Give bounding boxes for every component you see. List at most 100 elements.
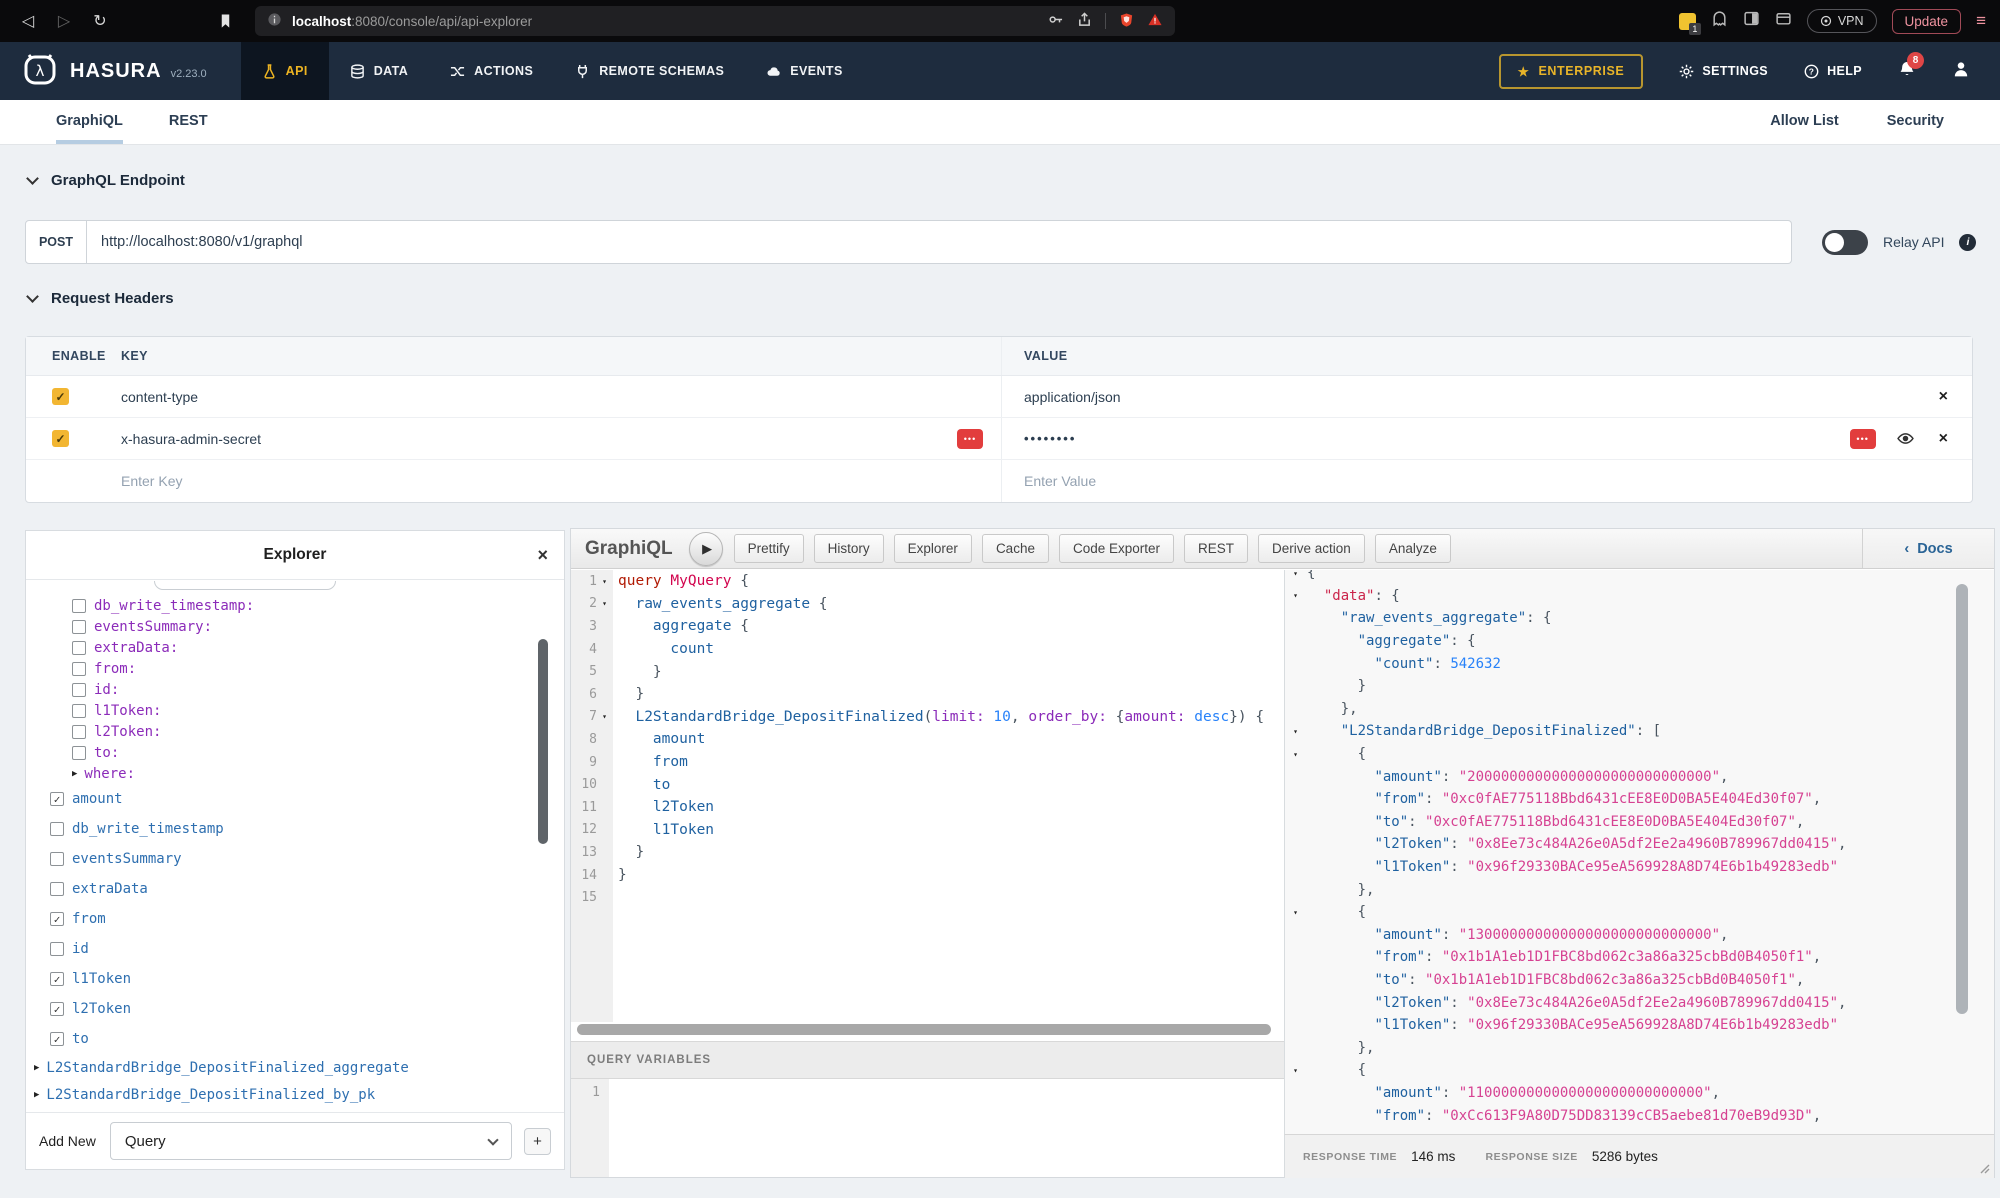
warning-triangle-icon[interactable]: [1147, 12, 1163, 30]
fold-arrow-icon[interactable]: ▾: [597, 577, 612, 586]
fold-arrow-icon[interactable]: ▾: [1288, 591, 1303, 600]
header-value[interactable]: application/json: [1024, 389, 1121, 405]
field-checkbox[interactable]: [72, 620, 86, 634]
enable-checkbox[interactable]: ✓: [52, 430, 69, 447]
expand-arrow-icon[interactable]: ▶: [34, 1063, 39, 1073]
field-checkbox[interactable]: ✓: [50, 1002, 64, 1016]
field-checkbox[interactable]: [72, 683, 86, 697]
info-icon[interactable]: i: [1959, 234, 1976, 251]
enable-checkbox[interactable]: ✓: [52, 388, 69, 405]
hasura-logo[interactable]: λ: [20, 49, 60, 94]
execute-query-button[interactable]: ▶: [689, 532, 723, 566]
field-checkbox[interactable]: [72, 662, 86, 676]
toolbar-button-derive-action[interactable]: Derive action: [1258, 534, 1365, 563]
reveal-value-icon[interactable]: [1896, 430, 1915, 447]
header-key[interactable]: content-type: [121, 389, 198, 405]
link-security[interactable]: Security: [1887, 113, 1944, 144]
remove-header-icon[interactable]: ×: [1939, 430, 1948, 448]
field-checkbox[interactable]: [50, 852, 64, 866]
fold-arrow-icon[interactable]: ▾: [1288, 908, 1303, 917]
sidebar-extension-icon[interactable]: [1743, 10, 1760, 32]
explorer-item-to[interactable]: ✓to: [26, 1024, 564, 1054]
toolbar-button-code-exporter[interactable]: Code Exporter: [1059, 534, 1174, 563]
field-checkbox[interactable]: [72, 599, 86, 613]
bookmark-icon[interactable]: [218, 13, 233, 29]
value-input-placeholder[interactable]: Enter Value: [1024, 473, 1096, 489]
header-value-masked[interactable]: ••••••••: [1024, 431, 1076, 446]
field-checkbox[interactable]: [50, 942, 64, 956]
fold-arrow-icon[interactable]: ▾: [1288, 570, 1303, 578]
explorer-item-from[interactable]: from:: [26, 658, 564, 679]
expand-arrow-icon[interactable]: ▶: [72, 769, 77, 779]
query-variables-header[interactable]: QUERY VARIABLES: [571, 1041, 1284, 1079]
fold-arrow-icon[interactable]: ▾: [597, 712, 612, 721]
explorer-item-db-write-timestamp[interactable]: db_write_timestamp: [26, 814, 564, 844]
explorer-item-from[interactable]: ✓from: [26, 904, 564, 934]
explorer-item-extradata[interactable]: extraData: [26, 874, 564, 904]
nav-tab-actions[interactable]: ACTIONS: [429, 42, 554, 100]
key-icon[interactable]: [1047, 12, 1064, 30]
query-variables-editor[interactable]: 1: [571, 1079, 1284, 1177]
password-manager-icon[interactable]: •••: [1850, 429, 1876, 449]
relay-api-toggle[interactable]: [1822, 230, 1868, 255]
toolbar-button-prettify[interactable]: Prettify: [734, 534, 804, 563]
field-checkbox[interactable]: ✓: [50, 1032, 64, 1046]
reload-icon[interactable]: ↻: [86, 11, 114, 31]
explorer-item-amount[interactable]: ✓amount: [26, 784, 564, 814]
close-icon[interactable]: ×: [537, 545, 548, 566]
explorer-item-l1token[interactable]: l1Token:: [26, 700, 564, 721]
link-allow-list[interactable]: Allow List: [1770, 113, 1838, 144]
explorer-item-l1token[interactable]: ✓l1Token: [26, 964, 564, 994]
field-checkbox[interactable]: [72, 641, 86, 655]
field-checkbox[interactable]: ✓: [50, 912, 64, 926]
field-checkbox[interactable]: [50, 882, 64, 896]
resize-handle-icon[interactable]: [1978, 1162, 1990, 1174]
share-icon[interactable]: [1077, 12, 1092, 30]
explorer-item-l2standardbridge-depositfinalized-aggregate[interactable]: ▶L2StandardBridge_DepositFinalized_aggre…: [26, 1054, 564, 1081]
site-info-icon[interactable]: [267, 12, 282, 30]
toolbar-button-cache[interactable]: Cache: [982, 534, 1049, 563]
add-operation-button[interactable]: +: [524, 1128, 551, 1155]
graphql-endpoint-section[interactable]: GraphQL Endpoint: [28, 172, 185, 189]
update-button[interactable]: Update: [1892, 9, 1962, 34]
help-button[interactable]: ? HELP: [1804, 64, 1862, 79]
notes-extension-icon[interactable]: 1: [1679, 13, 1696, 30]
nav-tab-data[interactable]: DATA: [329, 42, 429, 100]
password-manager-icon[interactable]: •••: [957, 429, 983, 449]
notifications-button[interactable]: 8: [1898, 60, 1916, 83]
tab-rest[interactable]: REST: [169, 113, 208, 144]
field-checkbox[interactable]: ✓: [50, 792, 64, 806]
endpoint-url-input[interactable]: http://localhost:8080/v1/graphql: [87, 220, 1792, 264]
operation-type-select[interactable]: Query: [110, 1122, 512, 1160]
explorer-item-db-write-timestamp[interactable]: db_write_timestamp:: [26, 595, 564, 616]
browser-menu-icon[interactable]: ≡: [1976, 11, 1986, 31]
nav-tab-api[interactable]: API: [241, 42, 329, 100]
docs-button[interactable]: ‹ Docs: [1862, 529, 1994, 568]
key-input-placeholder[interactable]: Enter Key: [121, 473, 182, 489]
query-editor[interactable]: 1▾query MyQuery {2▾ raw_events_aggregate…: [571, 570, 1284, 1022]
account-button[interactable]: [1952, 60, 1970, 83]
brave-shield-icon[interactable]: [1119, 12, 1134, 31]
nav-tab-events[interactable]: EVENTS: [745, 42, 863, 100]
forward-icon[interactable]: ▷: [50, 11, 78, 31]
url-bar[interactable]: localhost:8080/console/api/api-explorer: [255, 6, 1175, 36]
header-key[interactable]: x-hasura-admin-secret: [121, 431, 261, 447]
explorer-field-list[interactable]: db_write_timestamp:eventsSummary:extraDa…: [26, 581, 564, 1112]
explorer-scrollbar[interactable]: [538, 639, 548, 844]
wallet-icon[interactable]: [1775, 10, 1792, 32]
settings-button[interactable]: SETTINGS: [1679, 64, 1768, 79]
explorer-item-id[interactable]: id: [26, 934, 564, 964]
vpn-button[interactable]: VPN: [1807, 9, 1877, 33]
explorer-item-l2token[interactable]: ✓l2Token: [26, 994, 564, 1024]
back-icon[interactable]: ◁: [14, 11, 42, 31]
field-checkbox[interactable]: [72, 704, 86, 718]
field-checkbox[interactable]: [50, 822, 64, 836]
field-checkbox[interactable]: [72, 725, 86, 739]
toolbar-button-rest[interactable]: REST: [1184, 534, 1248, 563]
remove-header-icon[interactable]: ×: [1939, 388, 1948, 406]
field-checkbox[interactable]: ✓: [50, 972, 64, 986]
toolbar-button-analyze[interactable]: Analyze: [1375, 534, 1451, 563]
explorer-item-eventssummary[interactable]: eventsSummary: [26, 844, 564, 874]
rewards-extension-icon[interactable]: [1711, 10, 1728, 32]
fold-arrow-icon[interactable]: ▾: [597, 599, 612, 608]
